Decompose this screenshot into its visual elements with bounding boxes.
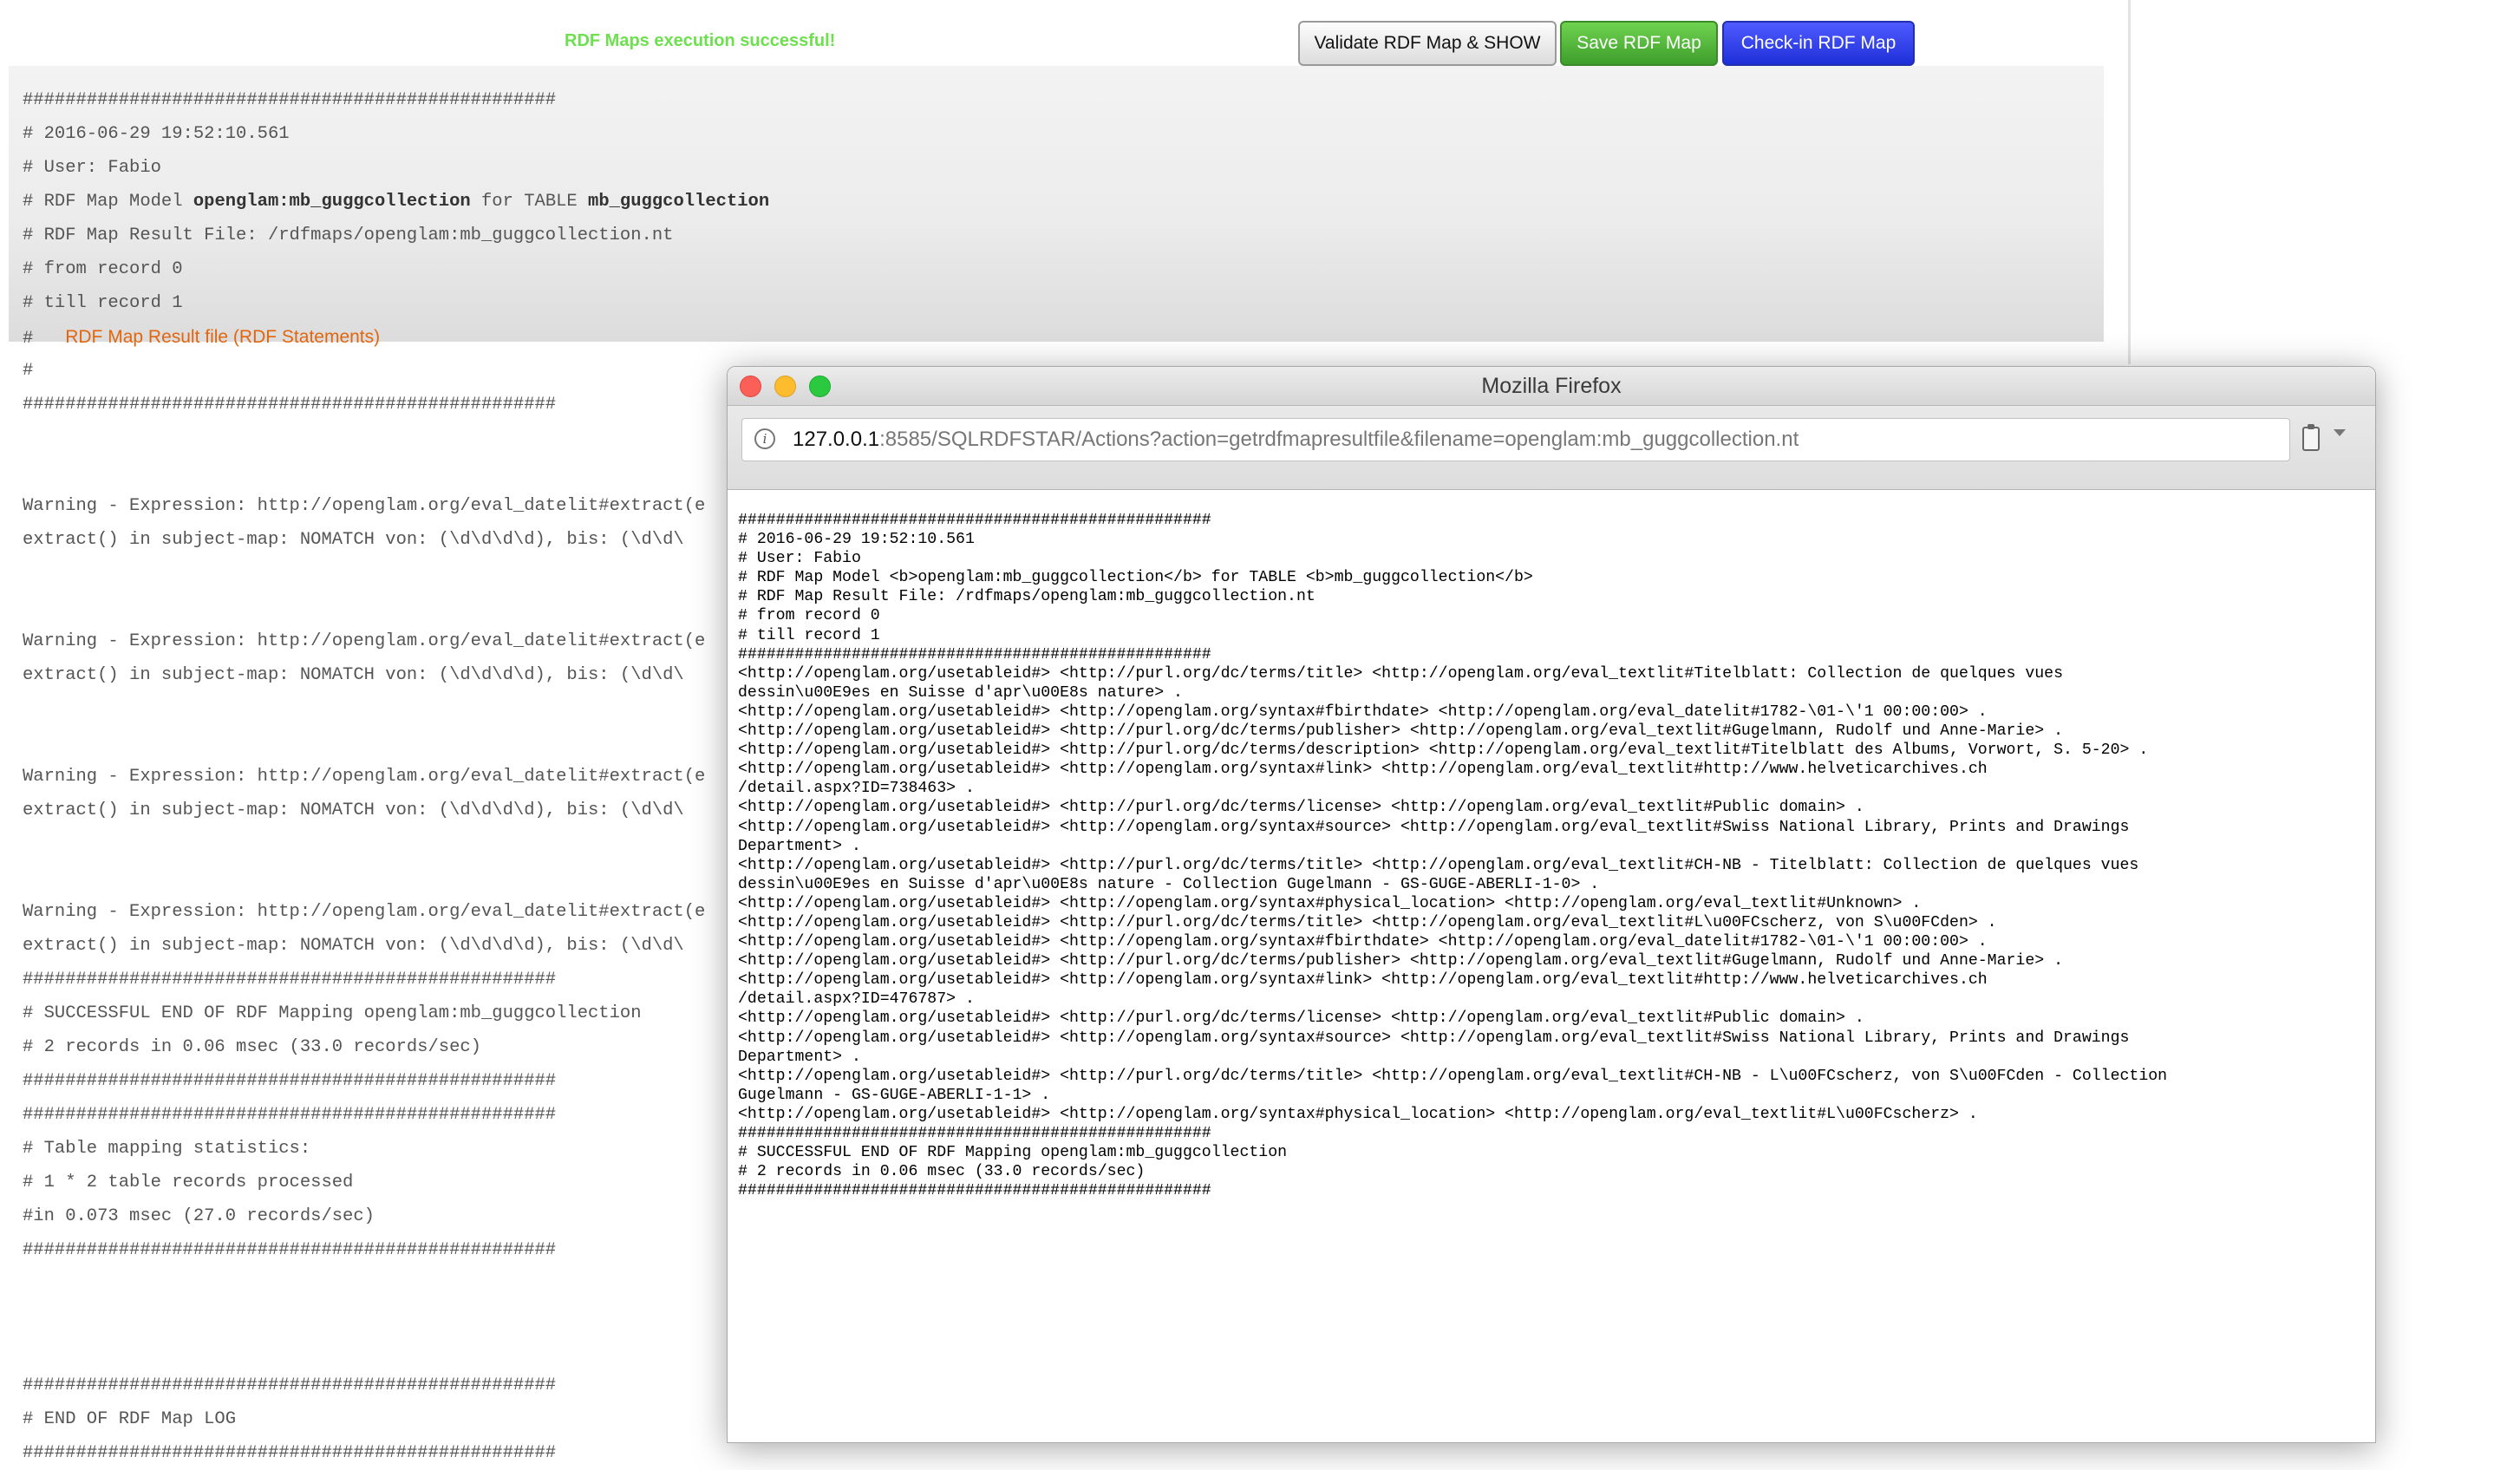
nt-line: dessin\u00E9es en Suisse d'apr\u00E8s na…: [738, 875, 1600, 893]
nt-line: <http://openglam.org/usetableid#> <http:…: [738, 664, 2063, 683]
nt-line: # RDF Map Result File: /rdfmaps/openglam…: [738, 588, 1315, 606]
url-path: :8585/SQLRDFSTAR/Actions?action=getrdfma…: [879, 428, 1799, 451]
log-line: ########################################…: [23, 970, 557, 990]
url-bar[interactable]: i 127.0.0.1:8585/SQLRDFSTAR/Actions?acti…: [741, 418, 2290, 461]
page-divider: [2128, 0, 2131, 364]
log-line-result-link: # RDF Map Result file (RDF Statements): [23, 327, 381, 349]
nt-line: <http://openglam.org/usetableid#> <http:…: [738, 894, 1922, 912]
nt-line: dessin\u00E9es en Suisse d'apr\u00E8s na…: [738, 683, 1183, 702]
nt-file-text: ########################################…: [738, 511, 2167, 1200]
log-line: Warning - Expression: http://openglam.or…: [23, 902, 706, 922]
log-line: Warning - Expression: http://openglam.or…: [23, 631, 706, 651]
nt-line: <http://openglam.org/usetableid#> <http:…: [738, 933, 1988, 951]
nt-line: <http://openglam.org/usetableid#> <http:…: [738, 799, 1864, 817]
window-titlebar[interactable]: Mozilla Firefox: [728, 367, 2375, 406]
log-line: extract() in subject-map: NOMATCH von: (…: [23, 800, 684, 820]
result-file-link[interactable]: RDF Map Result file (RDF Statements): [65, 327, 380, 347]
url-text[interactable]: 127.0.0.1:8585/SQLRDFSTAR/Actions?action…: [793, 419, 1799, 461]
save-rdf-map-button[interactable]: Save RDF Map: [1560, 21, 1718, 66]
nt-line: # 2 records in 0.06 msec (33.0 records/s…: [738, 1163, 1146, 1181]
log-line: Warning - Expression: http://openglam.or…: [23, 767, 706, 787]
log-line: extract() in subject-map: NOMATCH von: (…: [23, 530, 684, 550]
nt-line: <http://openglam.org/usetableid#> <http:…: [738, 742, 2149, 760]
nt-line: <http://openglam.org/usetableid#> <http:…: [738, 1009, 1864, 1028]
log-line: #in 0.073 msec (27.0 records/sec): [23, 1206, 375, 1226]
nt-line: # User: Fabio: [738, 550, 861, 568]
log-line: # SUCCESSFUL END OF RDF Mapping openglam…: [23, 1003, 642, 1023]
nt-line: /detail.aspx?ID=738463> .: [738, 780, 975, 798]
log-line: extract() in subject-map: NOMATCH von: (…: [23, 936, 684, 956]
browser-toolbar: i 127.0.0.1:8585/SQLRDFSTAR/Actions?acti…: [728, 406, 2375, 490]
nt-line: <http://openglam.org/usetableid#> <http:…: [738, 913, 1997, 931]
log-line: ########################################…: [23, 90, 557, 110]
log-line: # till record 1: [23, 293, 183, 313]
log-line: # RDF Map Result File: /rdfmaps/openglam…: [23, 225, 674, 245]
log-line: # Table mapping statistics:: [23, 1139, 311, 1159]
log-line: # User: Fabio: [23, 158, 161, 178]
nt-line: ########################################…: [738, 1182, 1211, 1200]
nt-line: <http://openglam.org/usetableid#> <http:…: [738, 1029, 2130, 1047]
nt-line: <http://openglam.org/usetableid#> <http:…: [738, 1105, 1978, 1123]
rdf-map-log: ########################################…: [23, 83, 769, 1470]
log-line: # END OF RDF Map LOG: [23, 1409, 237, 1429]
page-content: ########################################…: [728, 490, 2375, 1442]
url-host: 127.0.0.1: [793, 428, 880, 451]
clipboard-icon[interactable]: [2302, 424, 2320, 451]
nt-line: Department> .: [738, 1048, 861, 1066]
chevron-down-icon[interactable]: [2334, 429, 2346, 436]
log-line: ########################################…: [23, 395, 557, 415]
nt-line: <http://openglam.org/usetableid#> <http:…: [738, 761, 1988, 779]
checkin-rdf-map-button[interactable]: Check-in RDF Map: [1722, 21, 1915, 66]
nt-line: Gugelmann - GS-GUGE-ABERLI-1-1> .: [738, 1086, 1051, 1104]
log-line: # 2016-06-29 19:52:10.561: [23, 124, 290, 144]
log-line: ########################################…: [23, 1375, 557, 1395]
window-title: Mozilla Firefox: [1481, 374, 1622, 398]
log-line-model: # RDF Map Model openglam:mb_guggcollecti…: [23, 192, 770, 212]
log-model-name: openglam:mb_guggcollection: [193, 192, 471, 212]
log-line: # 1 * 2 table records processed: [23, 1173, 354, 1192]
nt-line: Department> .: [738, 837, 861, 855]
nt-line: <http://openglam.org/usetableid#> <http:…: [738, 702, 1988, 721]
log-line: #: [23, 361, 34, 381]
log-line: Warning - Expression: http://openglam.or…: [23, 496, 706, 516]
nt-line: /detail.aspx?ID=476787> .: [738, 990, 975, 1009]
nt-line: # RDF Map Model <b>openglam:mb_guggcolle…: [738, 569, 1533, 587]
log-line: ########################################…: [23, 1443, 557, 1463]
nt-line: # 2016-06-29 19:52:10.561: [738, 531, 975, 549]
nt-line: # SUCCESSFUL END OF RDF Mapping openglam…: [738, 1144, 1288, 1162]
success-message: RDF Maps execution successful!: [565, 31, 836, 50]
nt-line: # from record 0: [738, 607, 880, 625]
nt-line: <http://openglam.org/usetableid#> <http:…: [738, 952, 2063, 970]
log-line: ########################################…: [23, 1240, 557, 1260]
nt-line: <http://openglam.org/usetableid#> <http:…: [738, 971, 1988, 990]
log-line: # from record 0: [23, 259, 183, 279]
nt-line: <http://openglam.org/usetableid#> <http:…: [738, 856, 2139, 874]
nt-line: <http://openglam.org/usetableid#> <http:…: [738, 1067, 2168, 1085]
firefox-window: Mozilla Firefox i 127.0.0.1:8585/SQLRDFS…: [727, 366, 2376, 1443]
nt-line: # till record 1: [738, 626, 880, 644]
log-line: ########################################…: [23, 1071, 557, 1091]
log-line: # 2 records in 0.06 msec (33.0 records/s…: [23, 1037, 481, 1057]
log-line: extract() in subject-map: NOMATCH von: (…: [23, 665, 684, 685]
nt-line: ########################################…: [738, 512, 1211, 529]
validate-show-button[interactable]: Validate RDF Map & SHOW: [1298, 21, 1557, 66]
log-line: ########################################…: [23, 1105, 557, 1125]
nt-line: ########################################…: [738, 645, 1211, 663]
log-table-name: mb_guggcollection: [588, 192, 770, 212]
nt-line: <http://openglam.org/usetableid#> <http:…: [738, 722, 2063, 741]
nt-line: <http://openglam.org/usetableid#> <http:…: [738, 818, 2130, 836]
info-icon[interactable]: i: [754, 428, 775, 449]
nt-line: ########################################…: [738, 1125, 1211, 1142]
